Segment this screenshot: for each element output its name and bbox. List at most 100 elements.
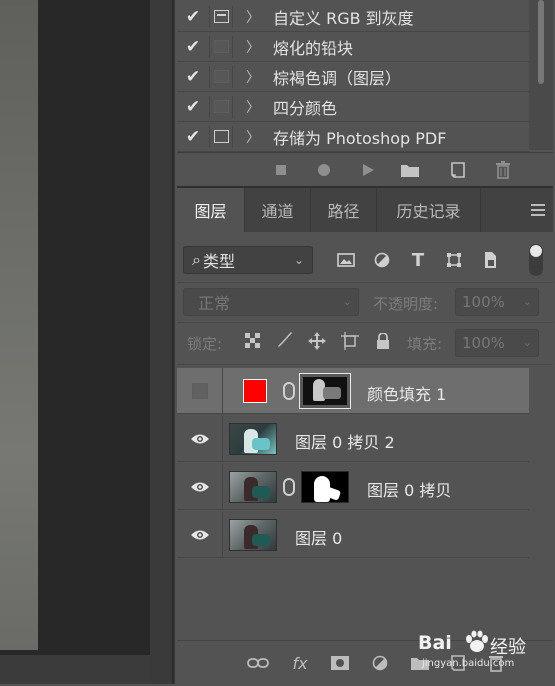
action-toggle-check[interactable]: ✔ xyxy=(177,37,209,57)
shape-filter-icon[interactable] xyxy=(443,249,465,271)
tab-layers[interactable]: 图层 xyxy=(177,188,245,232)
action-toggle-check[interactable]: ✔ xyxy=(177,67,209,87)
panel-menu-icon[interactable] xyxy=(531,204,545,216)
add-mask-icon[interactable] xyxy=(329,653,351,673)
dialog-toggle[interactable] xyxy=(209,95,233,118)
adjustment-layer-icon[interactable] xyxy=(369,653,391,673)
expand-chevron-icon[interactable]: 〉 xyxy=(233,67,273,87)
panel-divider[interactable] xyxy=(150,0,175,684)
play-icon[interactable] xyxy=(358,161,378,179)
eye-icon xyxy=(190,482,209,492)
dialog-toggle[interactable] xyxy=(209,125,233,148)
tab-paths[interactable]: 路径 xyxy=(311,188,377,232)
layer-name[interactable]: 图层 0 拷贝 2 xyxy=(295,429,395,453)
link-layers-icon[interactable] xyxy=(247,653,269,673)
chevron-down-icon: ⌄ xyxy=(293,253,304,267)
visibility-toggle[interactable] xyxy=(177,464,223,510)
canvas-status-bar xyxy=(0,655,150,684)
lock-transparent-pixels-icon[interactable] xyxy=(243,331,263,351)
action-label: 棕褐色调（图层） xyxy=(273,68,402,88)
visibility-toggle[interactable] xyxy=(177,368,223,414)
blend-mode-label: 正常 xyxy=(198,294,231,313)
action-item[interactable]: ✔ 〉 四分颜色 xyxy=(177,92,529,122)
action-label: 熔化的铅块 xyxy=(273,38,354,58)
document-canvas-area[interactable] xyxy=(0,0,150,684)
eye-icon xyxy=(190,530,209,540)
eye-icon xyxy=(190,434,209,444)
blend-mode-select[interactable]: 正常 ⌄ xyxy=(183,288,359,316)
layer-row[interactable]: 颜色填充 1 xyxy=(177,368,529,414)
layer-name[interactable]: 颜色填充 1 xyxy=(367,381,446,405)
layer-filter-row: ⌕ 类型 ⌄ T xyxy=(183,244,553,276)
chevron-down-icon: ⌄ xyxy=(342,295,352,308)
baidu-jingyan-watermark: Bai 经验 jingyan.baidu.com xyxy=(418,628,538,674)
layer-row[interactable]: 图层 0 xyxy=(177,512,529,558)
lock-position-icon[interactable] xyxy=(307,331,327,351)
actions-panel: ✔ 〉 自定义 RGB 到灰度 ✔ 〉 熔化的铅块 ✔ 〉 棕褐色调（图层） ✔… xyxy=(177,0,553,186)
filter-kind-label: 类型 xyxy=(202,252,235,271)
tab-history[interactable]: 历史记录 xyxy=(377,188,481,232)
layer-thumbnail xyxy=(229,519,277,551)
opacity-value: 100% xyxy=(462,293,505,311)
new-action-icon[interactable] xyxy=(448,161,468,179)
layer-mask-thumbnail[interactable] xyxy=(299,373,351,409)
layer-name[interactable]: 图层 0 xyxy=(295,525,342,549)
fill-field[interactable]: 100% ⌄ xyxy=(455,329,539,357)
watermark-url: jingyan.baidu.com xyxy=(422,658,515,669)
tab-channels[interactable]: 通道 xyxy=(245,188,311,232)
dialog-toggle[interactable] xyxy=(209,35,233,58)
smart-object-filter-icon[interactable] xyxy=(479,249,501,271)
lock-all-icon[interactable] xyxy=(373,331,393,351)
lock-image-pixels-icon[interactable] xyxy=(275,331,295,351)
layer-row[interactable]: 图层 0 拷贝 xyxy=(177,464,529,510)
action-item[interactable]: ✔ 〉 熔化的铅块 xyxy=(177,32,529,62)
action-toggle-check[interactable]: ✔ xyxy=(177,7,209,27)
search-icon: ⌕ xyxy=(192,250,201,269)
layer-thumbnail xyxy=(229,471,277,503)
dialog-toggle[interactable] xyxy=(209,5,233,28)
adjustment-filter-icon[interactable] xyxy=(371,249,393,271)
layers-scrollbar[interactable] xyxy=(529,368,553,645)
dialog-off-icon xyxy=(213,70,229,83)
link-icon[interactable] xyxy=(283,478,295,496)
image-filter-icon[interactable] xyxy=(335,249,357,271)
stop-icon[interactable] xyxy=(271,161,291,179)
folder-icon[interactable] xyxy=(400,161,420,179)
action-item[interactable]: ✔ 〉 自定义 RGB 到灰度 xyxy=(177,2,529,32)
expand-chevron-icon[interactable]: 〉 xyxy=(233,37,273,57)
trash-icon[interactable] xyxy=(493,161,513,179)
expand-chevron-icon[interactable]: 〉 xyxy=(233,127,273,147)
layers-panel: 图层 通道 路径 历史记录 ⌕ 类型 ⌄ T 正常 ⌄ 不透明度: 100% ⌄… xyxy=(177,186,553,686)
layer-thumbnail xyxy=(229,423,277,455)
action-label: 自定义 RGB 到灰度 xyxy=(273,8,414,28)
lock-artboard-icon[interactable] xyxy=(340,331,360,351)
type-filter-icon[interactable]: T xyxy=(407,249,429,271)
action-item[interactable]: ✔ 〉 存储为 Photoshop PDF xyxy=(177,122,529,152)
filter-on-off-toggle[interactable] xyxy=(529,244,543,276)
action-item[interactable]: ✔ 〉 棕褐色调（图层） xyxy=(177,62,529,92)
visibility-off-icon xyxy=(191,383,208,399)
expand-chevron-icon[interactable]: 〉 xyxy=(233,7,273,27)
visibility-toggle[interactable] xyxy=(177,512,223,558)
fx-icon[interactable]: fx xyxy=(289,653,311,673)
action-toggle-check[interactable]: ✔ xyxy=(177,127,209,147)
fill-value: 100% xyxy=(462,334,505,352)
scrollbar-thumb[interactable] xyxy=(538,0,544,84)
watermark-suffix: 经验 xyxy=(490,637,526,658)
dialog-on-icon xyxy=(213,130,229,143)
divider xyxy=(177,282,553,283)
filter-kind-select[interactable]: ⌕ 类型 ⌄ xyxy=(183,246,313,274)
actions-scrollbar[interactable] xyxy=(529,0,553,150)
opacity-field[interactable]: 100% ⌄ xyxy=(455,288,539,316)
dialog-toggle[interactable] xyxy=(209,65,233,88)
link-icon[interactable] xyxy=(283,382,295,400)
action-toggle-check[interactable]: ✔ xyxy=(177,97,209,117)
expand-chevron-icon[interactable]: 〉 xyxy=(233,97,273,117)
fill-color-swatch[interactable] xyxy=(243,379,267,403)
layer-row[interactable]: 图层 0 拷贝 2 xyxy=(177,416,529,462)
record-icon[interactable] xyxy=(314,161,334,179)
visibility-toggle[interactable] xyxy=(177,416,223,462)
layer-list: 颜色填充 1 图层 0 拷贝 2 图层 0 拷贝 图层 0 xyxy=(177,368,529,645)
layer-mask-thumbnail[interactable] xyxy=(301,471,349,503)
layer-name[interactable]: 图层 0 拷贝 xyxy=(367,477,451,501)
